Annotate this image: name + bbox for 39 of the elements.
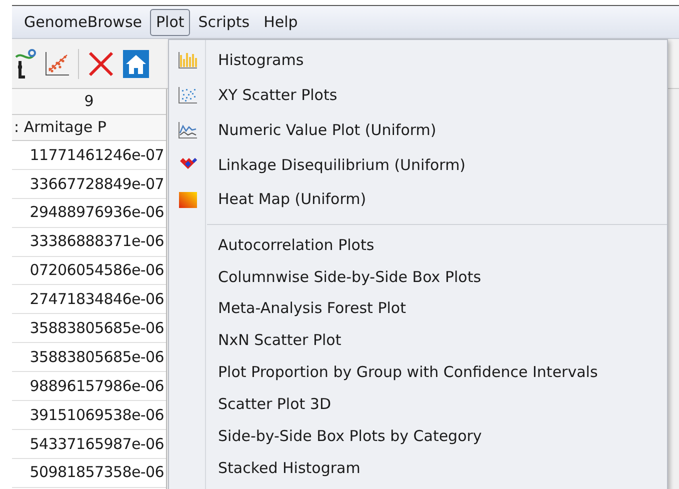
menu-option[interactable]: NxN Scatter Plot: [169, 324, 667, 357]
menu-option[interactable]: Numeric Value Plot (Uniform): [169, 112, 667, 148]
menu-option[interactable]: Side-by-Side Box Plots by Category: [169, 420, 667, 452]
menu-item[interactable]: Plot: [150, 8, 190, 36]
menu-item[interactable]: Scripts: [192, 8, 256, 36]
table-cell: 35883805685e-06: [12, 343, 166, 372]
tree-icon[interactable]: [14, 46, 36, 80]
menu-option[interactable]: Columnwise Side-by-Side Box Plots: [169, 260, 667, 293]
scatter-plot-icon: [178, 86, 198, 104]
table-cell: 27471834846e-06: [12, 285, 166, 314]
column-header: : Armitage P: [12, 115, 166, 141]
menu-item[interactable]: Help: [258, 8, 304, 36]
column-header: 9: [12, 89, 166, 115]
table-cell: 39151069538e-06: [12, 401, 166, 430]
menu-option[interactable]: Autocorrelation Plots: [169, 228, 667, 261]
menu-option[interactable]: Meta-Analysis Forest Plot: [169, 292, 667, 325]
menu-option[interactable]: XY Scatter Plots: [169, 78, 667, 113]
close-icon[interactable]: [87, 50, 115, 78]
menu-option[interactable]: Heat Map (Uniform): [169, 182, 667, 217]
menu-option[interactable]: Plot Proportion by Group with Confidence Intervals: [169, 356, 667, 388]
table-cell: 33386888371e-06: [12, 228, 166, 257]
bar-chart-icon: [178, 51, 198, 70]
menu-option[interactable]: Stacked Histogram: [169, 452, 667, 484]
table-cell: 50981857358e-06: [12, 458, 166, 488]
menu-item[interactable]: GenomeBrowse: [18, 8, 148, 36]
table-cell: 07206054586e-06: [12, 256, 166, 286]
gradient-square-icon: [178, 190, 198, 209]
table-cell: 33667728849e-07: [12, 170, 166, 199]
table-cell: 35883805685e-06: [12, 314, 166, 344]
line-chart-icon: [178, 120, 198, 139]
home-icon[interactable]: [123, 50, 149, 78]
table-cell: 29488976936e-06: [12, 198, 166, 228]
menu-option[interactable]: Scatter Plot 3D: [169, 388, 667, 420]
menu-option[interactable]: Histograms: [169, 43, 667, 78]
table-cell: 54337165987e-06: [12, 430, 166, 459]
menu-option[interactable]: Linkage Disequilibrium (Uniform): [169, 147, 667, 182]
table-cell: 98896157986e-06: [12, 372, 166, 402]
table-cell: 11771461246e-07: [12, 141, 166, 170]
scatter-plot-icon[interactable]: [44, 50, 70, 76]
